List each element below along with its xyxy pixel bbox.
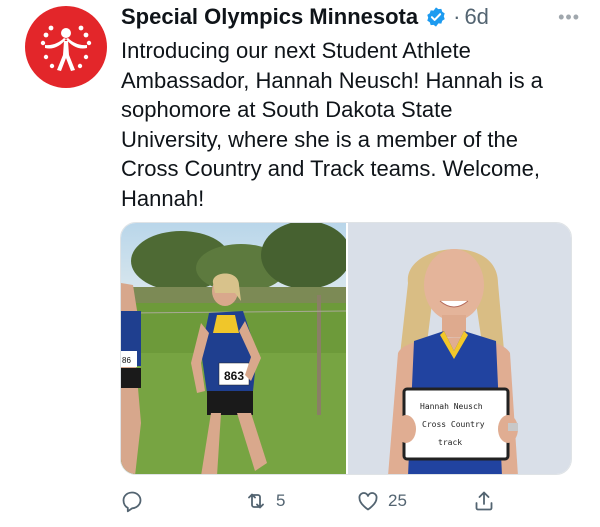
like-count: 25 [388, 491, 407, 510]
more-options-icon[interactable]: ••• [558, 7, 580, 28]
verified-badge-icon [427, 7, 445, 27]
author-name[interactable]: Special Olympics Minnesota [121, 4, 418, 30]
retweet-button[interactable]: 5 [244, 484, 285, 518]
timestamp[interactable]: 6d [464, 4, 488, 30]
time-separator: · [453, 4, 461, 29]
special-olympics-logo-icon [40, 25, 92, 71]
sign-line-1: Hannah Neusch [420, 402, 483, 411]
photo-runner-race[interactable]: 86 863 [121, 223, 348, 474]
retweet-count: 5 [276, 491, 286, 510]
tweet-text: Introducing our next Student Athlete Amb… [121, 38, 543, 211]
photo-athlete-portrait[interactable]: Hannah Neusch Cross Country track [348, 223, 571, 474]
sign-line-2: Cross Country [422, 420, 485, 429]
tweet-actions: 5 25 [120, 484, 500, 518]
like-button[interactable]: 25 [356, 484, 407, 518]
retweet-icon [248, 493, 264, 509]
tweet-header: Special Olympics Minnesota · 6d ••• [121, 2, 588, 32]
avatar[interactable] [25, 6, 107, 88]
like-icon [358, 492, 378, 511]
share-icon [475, 491, 493, 511]
reply-icon [122, 491, 142, 513]
side-bib-number: 86 [122, 356, 131, 365]
sign-line-3: track [438, 438, 462, 447]
media-grid: 86 863 Hannah Neusch Cross Country track [120, 222, 572, 475]
share-button[interactable] [472, 484, 496, 518]
reply-button[interactable] [120, 484, 152, 518]
bib-number: 863 [224, 369, 244, 383]
